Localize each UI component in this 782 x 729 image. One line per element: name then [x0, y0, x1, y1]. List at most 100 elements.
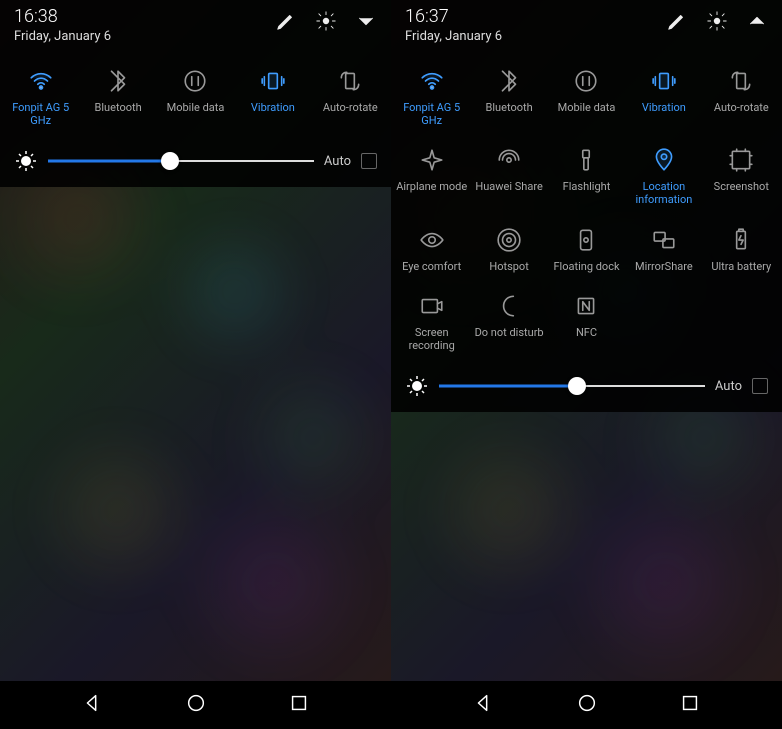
nav-home-icon[interactable] [576, 692, 598, 718]
toggle-flashlight[interactable]: Flashlight [548, 137, 625, 212]
toggle-wifi[interactable]: Fonpit AG 5 GHz [393, 58, 470, 133]
ultrabattery-icon [724, 223, 758, 257]
expand-chevron-down-icon[interactable] [355, 10, 377, 35]
screenshot-icon [724, 143, 758, 177]
toggle-vibration[interactable]: Vibration [625, 58, 702, 133]
nav-back-icon[interactable] [81, 692, 103, 718]
auto-brightness-checkbox[interactable] [752, 378, 768, 394]
toggle-label: Mobile data [167, 102, 225, 115]
settings-gear-icon[interactable] [706, 10, 728, 35]
mobiledata-icon [178, 64, 212, 98]
eyecomfort-icon [415, 223, 449, 257]
notification-shade-collapsed: 16:38 Friday, January 6 Fonpit AG 5 GHz B… [0, 0, 391, 187]
toggle-mobiledata[interactable]: Mobile data [157, 58, 234, 133]
toggle-hotspot[interactable]: Hotspot [470, 217, 547, 280]
brightness-slider-row: Auto [391, 364, 782, 412]
toggle-nfc[interactable]: NFC [548, 283, 625, 358]
location-icon [647, 143, 681, 177]
vibration-icon [647, 64, 681, 98]
bluetooth-icon [492, 64, 526, 98]
clock-date: Friday, January 6 [14, 29, 111, 44]
edit-icon[interactable] [666, 10, 688, 35]
nav-home-icon[interactable] [185, 692, 207, 718]
toggle-label: Bluetooth [486, 102, 533, 115]
toggle-autorotate[interactable]: Auto-rotate [703, 58, 780, 133]
nav-recent-icon[interactable] [288, 692, 310, 718]
floatingdock-icon [569, 223, 603, 257]
nav-back-icon[interactable] [472, 692, 494, 718]
edit-icon[interactable] [275, 10, 297, 35]
autorotate-icon [724, 64, 758, 98]
notification-shade-expanded: 16:37 Friday, January 6 Fonpit AG 5 GHz B… [391, 0, 782, 412]
brightness-icon [405, 374, 429, 398]
bluetooth-icon [101, 64, 135, 98]
mirrorshare-icon [647, 223, 681, 257]
status-bar: 16:37 Friday, January 6 [391, 0, 782, 50]
nfc-icon [569, 289, 603, 323]
toggle-label: Do not disturb [475, 327, 544, 340]
brightness-slider[interactable] [439, 376, 705, 396]
toggle-wifi[interactable]: Fonpit AG 5 GHz [2, 58, 79, 133]
auto-brightness-checkbox[interactable] [361, 153, 377, 169]
toggle-autorotate[interactable]: Auto-rotate [312, 58, 389, 133]
toggle-screenshot[interactable]: Screenshot [703, 137, 780, 212]
brightness-icon [14, 149, 38, 173]
quick-toggle-grid: Fonpit AG 5 GHz Bluetooth Mobile data Vibra… [391, 50, 782, 364]
auto-brightness-label: Auto [715, 379, 742, 394]
toggle-label: Location information [627, 181, 700, 206]
toggle-huaweishare[interactable]: Huawei Share [470, 137, 547, 212]
nav-bar [0, 681, 391, 729]
status-bar: 16:38 Friday, January 6 [0, 0, 391, 50]
toggle-location[interactable]: Location information [625, 137, 702, 212]
hotspot-icon [492, 223, 526, 257]
vibration-icon [256, 64, 290, 98]
clock-date: Friday, January 6 [405, 29, 502, 44]
toggle-eyecomfort[interactable]: Eye comfort [393, 217, 470, 280]
phone-right: 16:37 Friday, January 6 Fonpit AG 5 GHz B… [391, 0, 782, 729]
brightness-slider[interactable] [48, 151, 314, 171]
toggle-label: Flashlight [563, 181, 611, 194]
quick-toggle-row: Fonpit AG 5 GHz Bluetooth Mobile data Vibra… [0, 50, 391, 139]
toggle-label: Fonpit AG 5 GHz [395, 102, 468, 127]
toggle-label: Huawei Share [475, 181, 542, 194]
brightness-slider-row: Auto [0, 139, 391, 187]
screenrecording-icon [415, 289, 449, 323]
toggle-label: Mobile data [558, 102, 616, 115]
wifi-icon [24, 64, 58, 98]
toggle-mirrorshare[interactable]: MirrorShare [625, 217, 702, 280]
auto-brightness-label: Auto [324, 154, 351, 169]
huaweishare-icon [492, 143, 526, 177]
flashlight-icon [569, 143, 603, 177]
wifi-icon [415, 64, 449, 98]
nav-bar [391, 681, 782, 729]
toggle-bluetooth[interactable]: Bluetooth [470, 58, 547, 133]
toggle-ultrabattery[interactable]: Ultra battery [703, 217, 780, 280]
toggle-vibration[interactable]: Vibration [234, 58, 311, 133]
toggle-label: Auto-rotate [323, 102, 378, 115]
toggle-label: Vibration [251, 102, 295, 115]
toggle-label: Floating dock [553, 261, 619, 274]
airplane-icon [415, 143, 449, 177]
toggle-label: Screenshot [714, 181, 769, 194]
toggle-label: Hotspot [489, 261, 528, 274]
toggle-label: Eye comfort [402, 261, 461, 274]
toggle-label: Ultra battery [711, 261, 771, 274]
toggle-screenrecording[interactable]: Screen recording [393, 283, 470, 358]
collapse-chevron-up-icon[interactable] [746, 10, 768, 35]
toggle-floatingdock[interactable]: Floating dock [548, 217, 625, 280]
toggle-mobiledata[interactable]: Mobile data [548, 58, 625, 133]
toggle-airplane[interactable]: Airplane mode [393, 137, 470, 212]
toggle-label: MirrorShare [635, 261, 693, 274]
toggle-dnd[interactable]: Do not disturb [470, 283, 547, 358]
toggle-label: Vibration [642, 102, 686, 115]
clock-time: 16:38 [14, 8, 111, 26]
clock-time: 16:37 [405, 8, 502, 26]
dnd-icon [492, 289, 526, 323]
mobiledata-icon [569, 64, 603, 98]
phone-left: 16:38 Friday, January 6 Fonpit AG 5 GHz B… [0, 0, 391, 729]
toggle-label: Airplane mode [396, 181, 467, 194]
settings-gear-icon[interactable] [315, 10, 337, 35]
nav-recent-icon[interactable] [679, 692, 701, 718]
toggle-bluetooth[interactable]: Bluetooth [79, 58, 156, 133]
toggle-label: Bluetooth [95, 102, 142, 115]
